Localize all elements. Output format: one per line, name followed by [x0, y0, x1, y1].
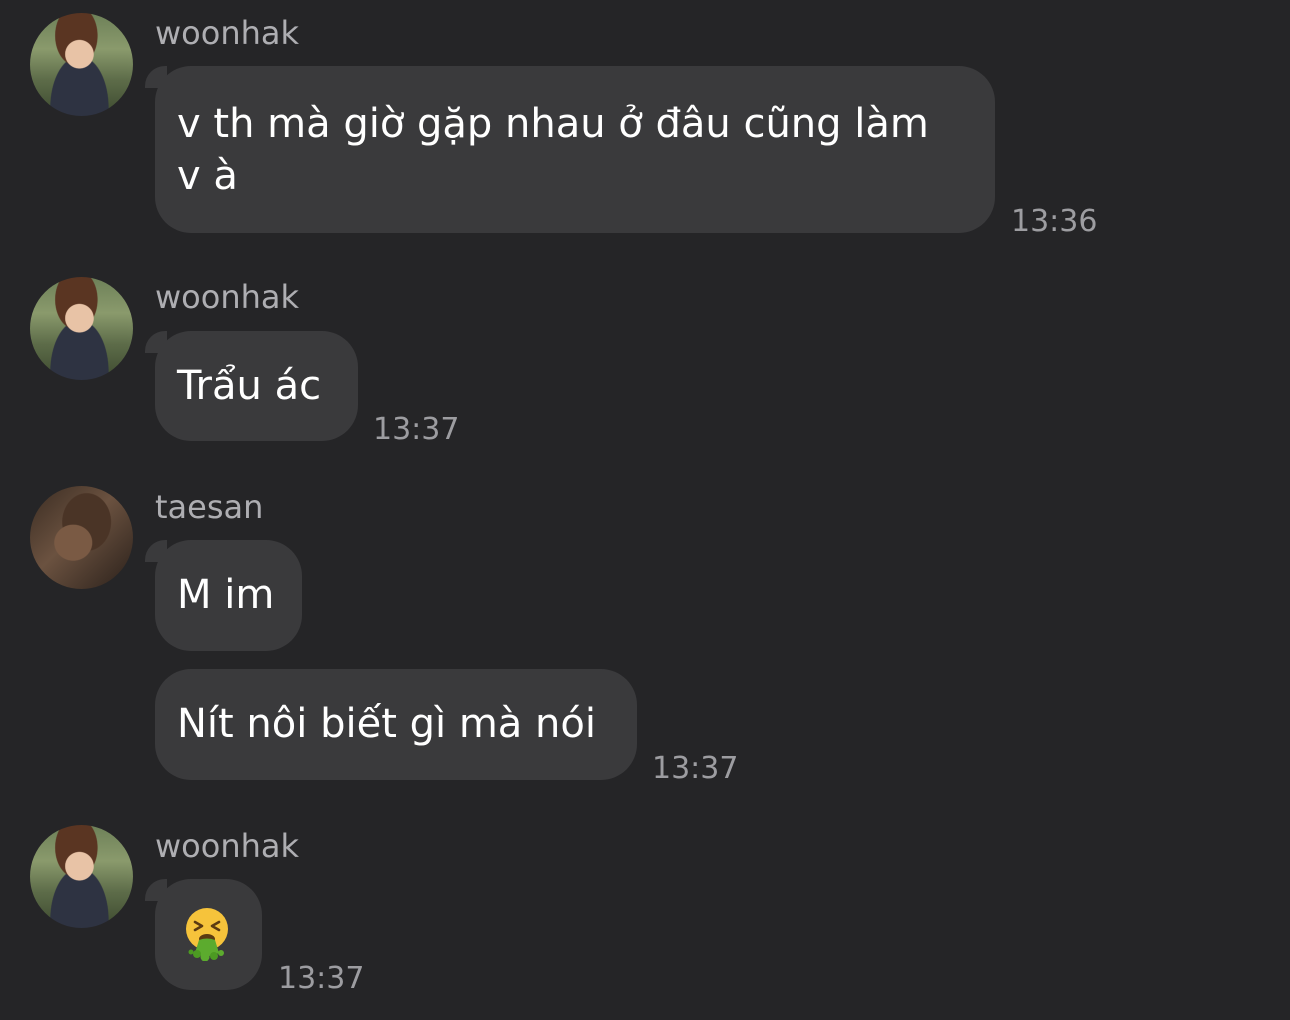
message-bubble[interactable]: M im [155, 540, 302, 651]
message-timestamp: 13:37 [652, 751, 739, 786]
message-bubble[interactable] [155, 879, 262, 990]
message-timestamp: 13:37 [373, 412, 460, 447]
message-bubble[interactable]: v th mà giờ gặp nhau ở đâu cũng làm v à [155, 66, 995, 233]
message-text: v th mà giờ gặp nhau ở đâu cũng làm v à [177, 101, 929, 199]
message-bubble[interactable]: Trẩu ác [155, 331, 358, 441]
sender-name: taesan [155, 488, 264, 526]
sender-name: woonhak [155, 278, 300, 316]
message-bubble[interactable]: Nít nôi biết gì mà nói [155, 669, 637, 780]
message-text: Nít nôi biết gì mà nói [177, 701, 596, 747]
sender-name: woonhak [155, 827, 300, 865]
sender-name: woonhak [155, 14, 300, 52]
message-text: Trẩu ác [177, 363, 322, 409]
chat-thread: woonhak v th mà giờ gặp nhau ở đâu cũng … [0, 0, 1290, 1020]
woonhak-avatar[interactable] [30, 13, 133, 116]
taesan-avatar[interactable] [30, 486, 133, 589]
message-timestamp: 13:36 [1011, 204, 1098, 239]
message-timestamp: 13:37 [278, 961, 365, 996]
message-text: M im [177, 572, 275, 618]
woonhak-avatar[interactable] [30, 277, 133, 380]
vomiting-face-icon [186, 908, 228, 961]
woonhak-avatar[interactable] [30, 825, 133, 928]
